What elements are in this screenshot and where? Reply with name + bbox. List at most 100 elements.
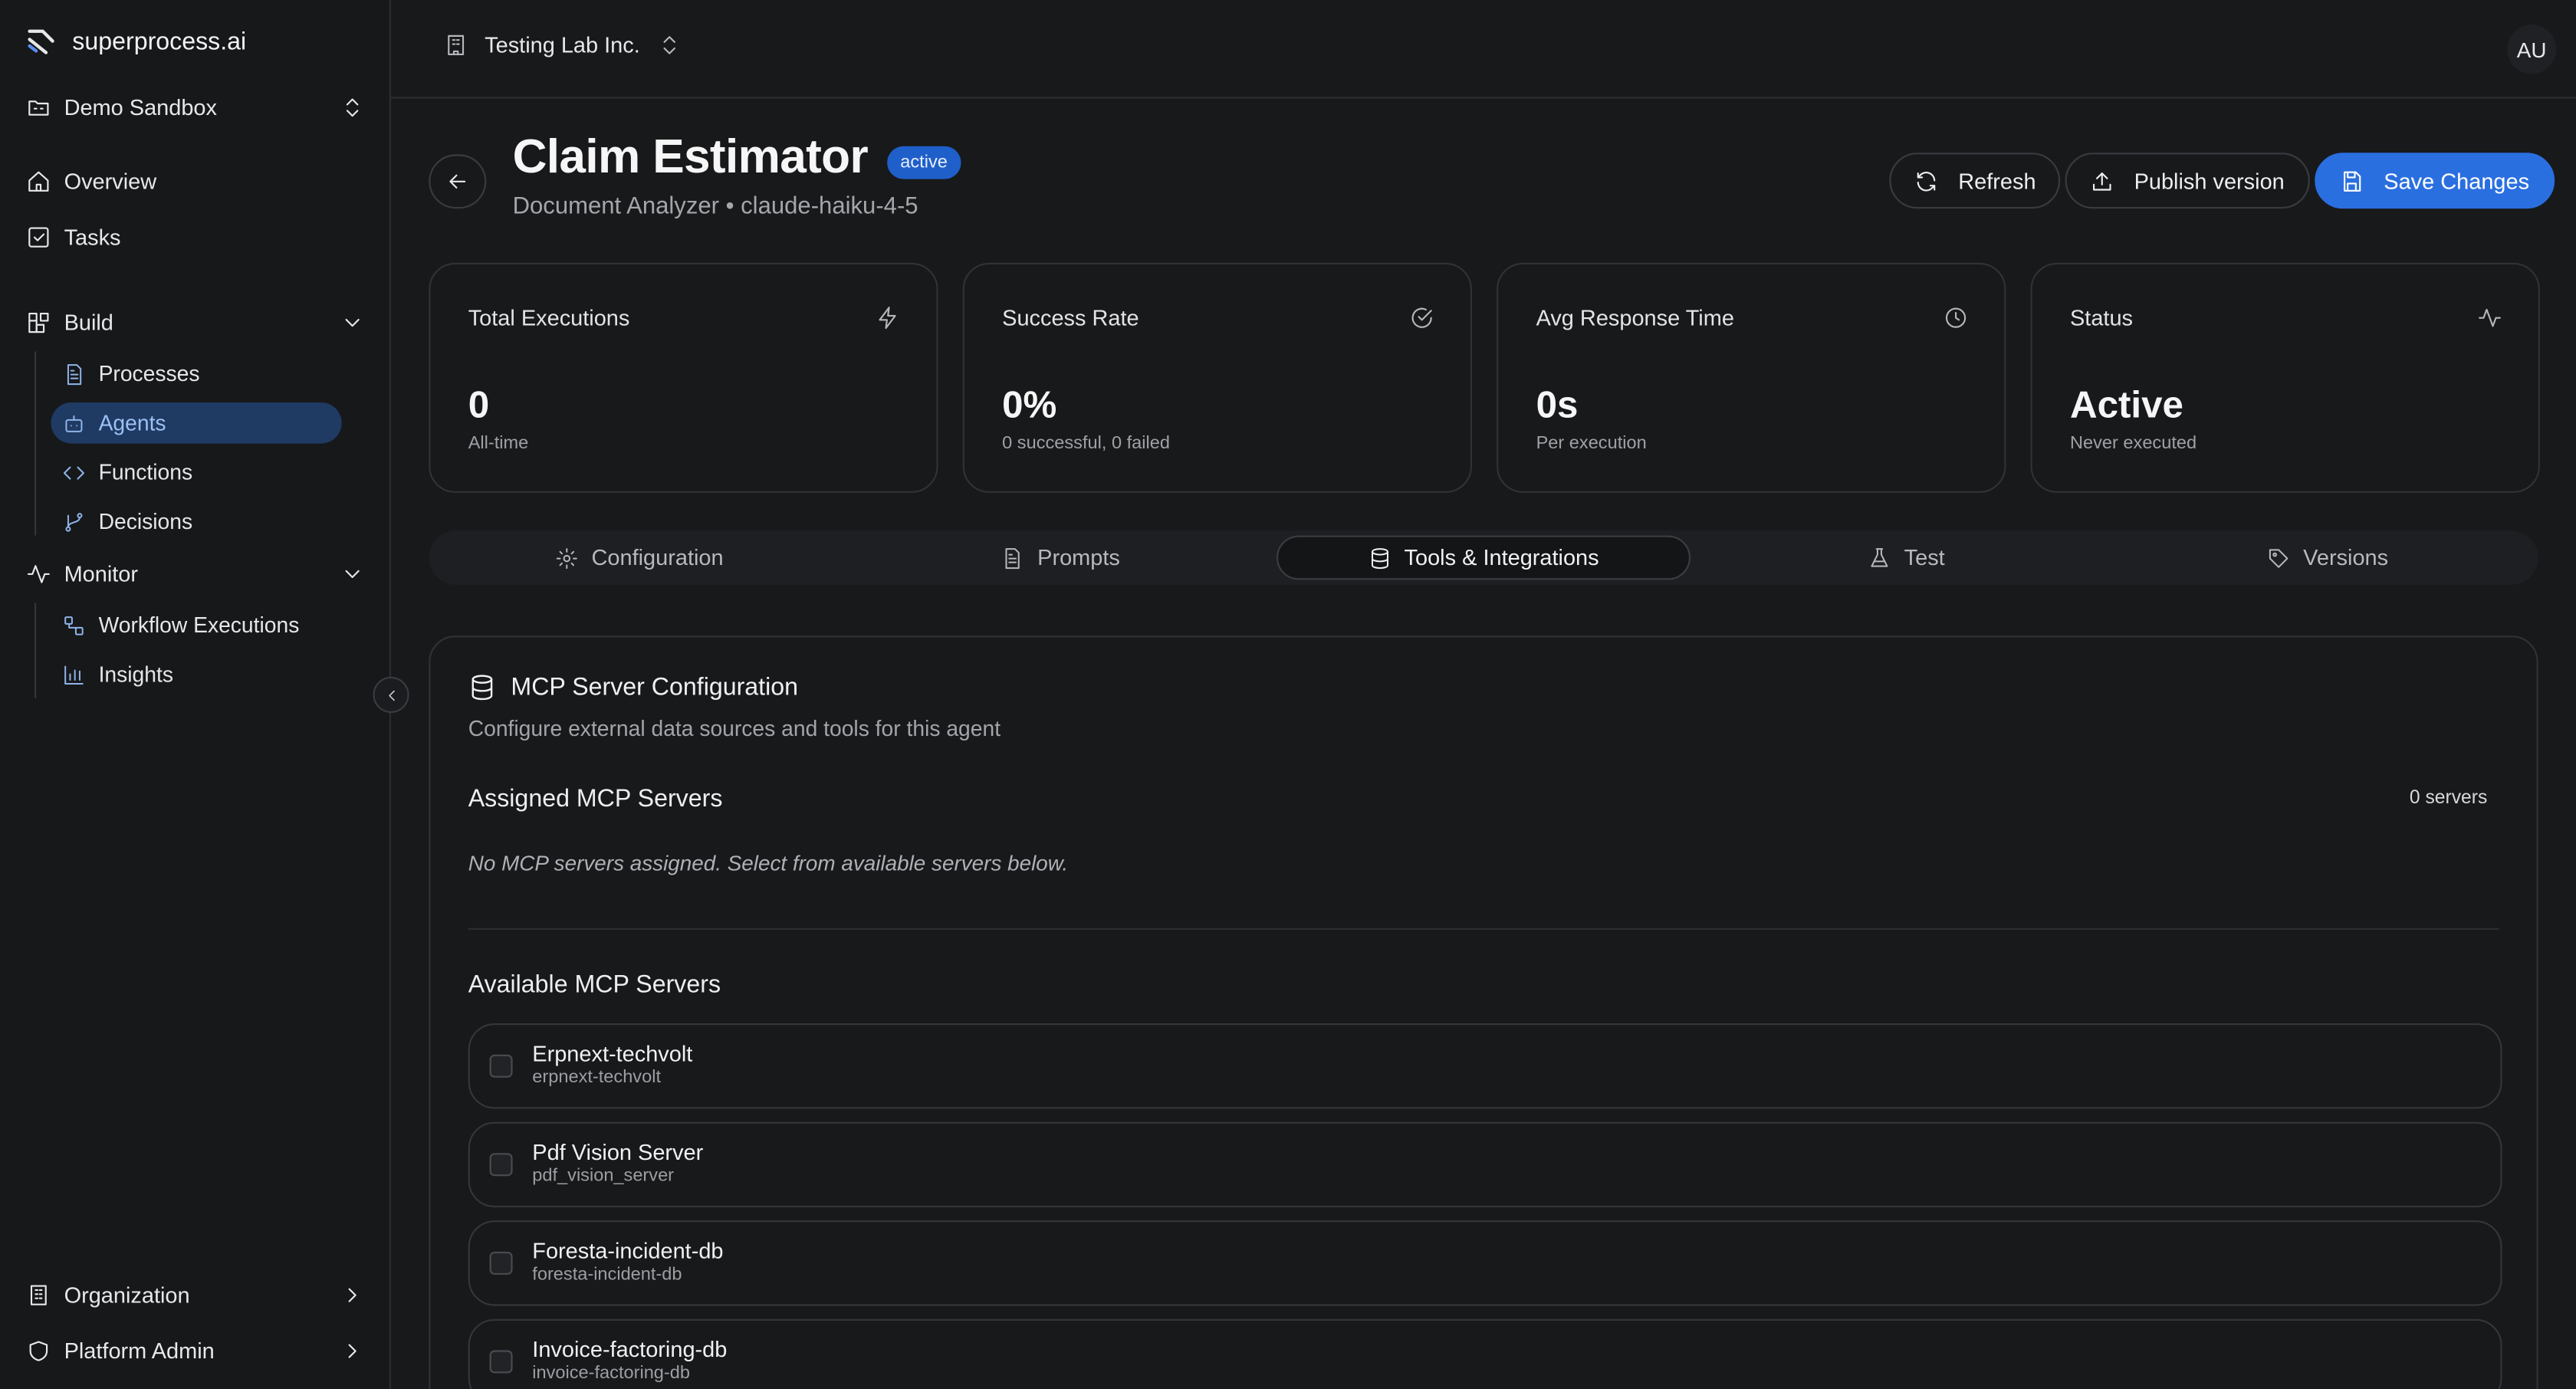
sidebar-item-label: Workflow Executions [98, 612, 300, 638]
page-subtitle: Document Analyzer • claude-haiku-4-5 [512, 193, 918, 221]
monitor-tree-line [34, 603, 37, 698]
stat-label: Total Executions [468, 305, 630, 330]
sidebar-item-workflow-executions[interactable]: Workflow Executions [51, 605, 341, 646]
sidebar-item-decisions[interactable]: Decisions [51, 501, 341, 543]
sidebar-item-insights[interactable]: Insights [51, 654, 341, 695]
refresh-label: Refresh [1958, 168, 2036, 193]
code-icon [63, 465, 84, 479]
server-checkbox[interactable] [489, 1054, 513, 1078]
server-row-pdf-vision-server[interactable]: Pdf Vision Server pdf_vision_server [468, 1121, 2502, 1207]
save-icon [2344, 170, 2361, 191]
stat-note: Never executed [2070, 433, 2197, 454]
sidebar-item-agents[interactable]: Agents [51, 402, 342, 444]
blocks-icon [28, 312, 49, 333]
divider [468, 928, 2499, 930]
stat-label: Avg Response Time [1536, 305, 1734, 330]
server-name: Pdf Vision Server [532, 1140, 704, 1165]
server-row-foresta-incident-db[interactable]: Foresta-incident-db foresta-incident-db [468, 1220, 2502, 1306]
database-icon [1371, 547, 1388, 568]
server-checkbox[interactable] [489, 1251, 513, 1275]
sidebar-item-functions[interactable]: Functions [51, 452, 341, 493]
save-changes-button[interactable]: Save Changes [2315, 153, 2555, 209]
chevron-left-icon [388, 689, 394, 701]
assigned-empty-message: No MCP servers assigned. Select from ava… [468, 851, 1069, 876]
tab-label: Configuration [591, 545, 724, 570]
activity-icon [27, 565, 50, 583]
tab-prompts[interactable]: Prompts [855, 536, 1267, 580]
tab-bar: Configuration Prompts Tools & Integratio… [429, 530, 2538, 585]
topbar: Testing Lab Inc. AU [390, 0, 2576, 99]
server-id: invoice-factoring-db [532, 1363, 690, 1384]
stat-value: 0s [1536, 383, 1579, 425]
refresh-icon [1917, 171, 1936, 191]
server-id: erpnext-techvolt [532, 1067, 661, 1088]
gear-icon [556, 547, 577, 568]
nav-organization-label: Organization [64, 1282, 190, 1308]
refresh-button[interactable]: Refresh [1889, 153, 2061, 209]
nav-group-build[interactable]: Build [26, 310, 364, 335]
avatar[interactable]: AU [2507, 25, 2557, 74]
assigned-heading: Assigned MCP Servers [468, 785, 723, 813]
stat-label: Status [2070, 305, 2134, 330]
chevron-down-icon [345, 318, 360, 327]
server-row-invoice-factoring-db[interactable]: Invoice-factoring-db invoice-factoring-d… [468, 1318, 2502, 1389]
nav-group-monitor-label: Monitor [64, 561, 139, 586]
nav-group-monitor[interactable]: Monitor [26, 562, 364, 586]
chevron-down-icon [345, 570, 360, 579]
nav-overview[interactable]: Overview [26, 169, 156, 194]
brand-name: superprocess.ai [72, 27, 247, 55]
available-heading: Available MCP Servers [468, 970, 721, 999]
sidebar-item-label: Agents [98, 410, 166, 435]
sidebar-item-label: Functions [98, 460, 193, 485]
workflow-icon [64, 616, 84, 635]
check-square-icon [28, 227, 49, 248]
publish-version-button[interactable]: Publish version [2065, 153, 2309, 209]
nav-overview-label: Overview [64, 169, 157, 194]
tab-configuration[interactable]: Configuration [434, 536, 846, 580]
sidebar: superprocess.ai Demo Sandbox Overview Ta… [0, 0, 409, 1389]
superprocess-logo-icon [28, 29, 54, 54]
back-button[interactable] [429, 154, 487, 209]
stat-value: 0% [1002, 383, 1057, 425]
stat-card-success-rate: Success Rate 0% 0 successful, 0 failed [962, 262, 1472, 493]
brand[interactable]: superprocess.ai [26, 26, 246, 56]
tab-versions[interactable]: Versions [2122, 536, 2534, 580]
tab-label: Tools & Integrations [1404, 545, 1599, 570]
chevron-right-icon [348, 1344, 356, 1358]
sidebar-collapse-button[interactable] [373, 676, 409, 713]
stat-note: All-time [468, 433, 529, 454]
assigned-count: 0 servers [2409, 788, 2488, 809]
workspace-switcher[interactable]: Demo Sandbox [26, 95, 364, 120]
tab-test[interactable]: Test [1700, 536, 2112, 580]
chevrons-up-down-icon [662, 36, 675, 54]
building-icon [448, 34, 465, 56]
stat-label: Success Rate [1002, 305, 1139, 330]
nav-platform-admin[interactable]: Platform Admin [26, 1338, 364, 1364]
building-icon [30, 1285, 47, 1305]
org-switcher[interactable]: Testing Lab Inc. [444, 33, 682, 57]
tab-tools-integrations[interactable]: Tools & Integrations [1276, 535, 1691, 580]
arrow-left-icon [449, 174, 466, 189]
bar-chart-icon [64, 665, 84, 684]
chevron-right-icon [348, 1288, 356, 1302]
server-checkbox[interactable] [489, 1350, 513, 1374]
server-row-erpnext-techvolt[interactable]: Erpnext-techvolt erpnext-techvolt [468, 1023, 2502, 1109]
server-name: Erpnext-techvolt [532, 1041, 693, 1066]
server-checkbox[interactable] [489, 1153, 513, 1177]
tag-icon [2269, 548, 2288, 567]
bot-icon [65, 414, 83, 432]
sidebar-item-processes[interactable]: Processes [51, 353, 341, 395]
nav-organization[interactable]: Organization [26, 1283, 364, 1308]
stat-card-avg-response-time: Avg Response Time 0s Per execution [1497, 262, 2006, 493]
main-content: Testing Lab Inc. AU Claim Estimator acti… [390, 0, 2576, 1389]
nav-tasks[interactable]: Tasks [26, 225, 121, 250]
nav-platform-admin-label: Platform Admin [64, 1338, 215, 1364]
server-id: pdf_vision_server [532, 1166, 675, 1187]
publish-label: Publish version [2134, 168, 2285, 193]
page-title: Claim Estimator [512, 131, 869, 184]
status-badge: active [887, 146, 961, 179]
file-text-icon [1006, 547, 1020, 568]
sidebar-item-label: Processes [98, 361, 200, 386]
tab-label: Test [1904, 545, 1945, 570]
zap-icon [879, 307, 896, 330]
